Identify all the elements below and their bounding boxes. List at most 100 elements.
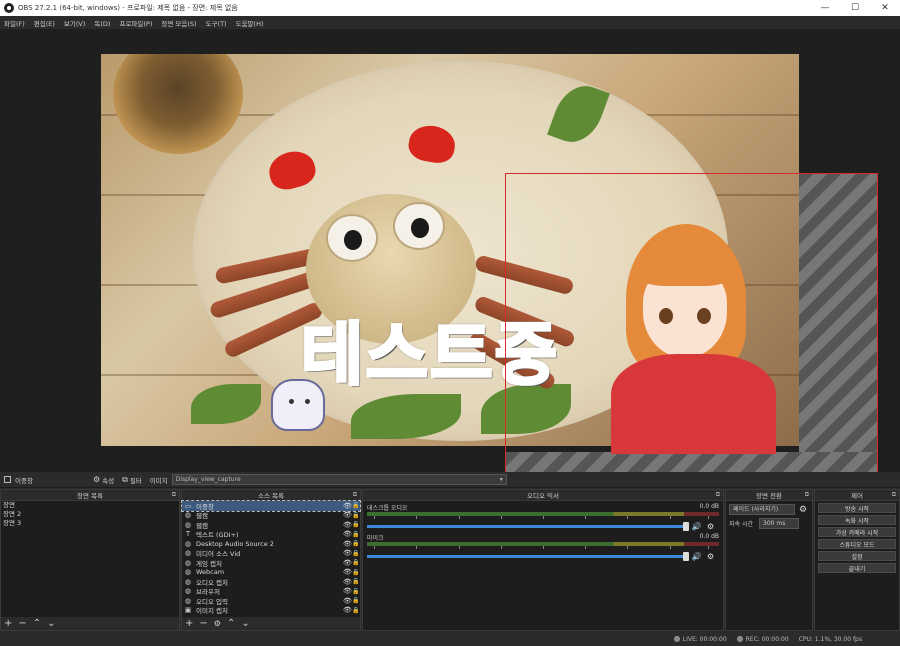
studio-mode-button[interactable]: 스튜디오 모드 xyxy=(818,539,896,549)
scene-item[interactable]: 장면 xyxy=(1,501,179,510)
source-item[interactable]: ◍ Webcam 👁 🔒 xyxy=(182,568,360,578)
eye-icon[interactable]: 👁 xyxy=(343,606,352,614)
lock-icon[interactable]: 🔒 xyxy=(352,502,360,509)
meter-tick xyxy=(458,516,460,519)
lock-icon[interactable]: 🔒 xyxy=(352,578,360,585)
menu-profile[interactable]: 프로파일(P) xyxy=(119,18,152,28)
volume-slider[interactable] xyxy=(367,551,689,561)
undock-icon[interactable]: ⧉ xyxy=(716,491,720,499)
selected-source-bounds[interactable] xyxy=(505,173,878,472)
gear-icon: ⚙ xyxy=(92,475,101,484)
menu-edit[interactable]: 편집(E) xyxy=(34,18,55,28)
lock-icon[interactable]: 🔒 xyxy=(352,607,360,614)
undock-icon[interactable]: ⧉ xyxy=(353,491,357,499)
meter-ticks xyxy=(367,546,719,552)
meter-tick xyxy=(416,546,418,549)
add-source-button[interactable]: + xyxy=(185,618,193,629)
close-button[interactable]: ✕ xyxy=(870,0,900,16)
move-up-icon[interactable]: ⌃ xyxy=(227,618,235,629)
preview-area[interactable]: 테스트중 xyxy=(0,29,900,472)
window-select[interactable]: Display_view_capture ▾ xyxy=(171,474,507,485)
volume-slider[interactable] xyxy=(367,521,689,531)
eye-icon[interactable]: 👁 xyxy=(343,597,352,605)
meter-tick xyxy=(458,546,460,549)
add-scene-button[interactable]: + xyxy=(4,618,12,629)
source-item[interactable]: ◍ 미디어 소스 Vid 👁 🔒 xyxy=(182,549,360,558)
start-recording-button[interactable]: 녹화 시작 xyxy=(818,515,896,525)
undock-icon[interactable]: ⧉ xyxy=(172,491,176,499)
eye-icon[interactable]: 👁 xyxy=(343,530,352,538)
lock-icon[interactable]: 🔒 xyxy=(352,559,360,566)
remove-source-button[interactable]: − xyxy=(199,618,207,629)
undock-icon[interactable]: ⧉ xyxy=(805,491,809,499)
source-item[interactable]: ▭ 이중창 👁 🔒 xyxy=(181,500,361,512)
exit-button[interactable]: 끝내기 xyxy=(818,563,896,573)
eye-icon[interactable]: 👁 xyxy=(343,521,352,529)
track-header: 데스크톱 오디오 0.0 dB xyxy=(367,503,719,512)
properties-button[interactable]: ⚙ 속성 xyxy=(93,475,114,485)
source-item[interactable]: ◍ 웹캠 👁 🔒 xyxy=(182,520,360,530)
remove-scene-button[interactable]: − xyxy=(18,618,26,629)
eye-icon[interactable]: 👁 xyxy=(343,549,352,557)
gear-icon[interactable]: ⚙ xyxy=(799,505,807,515)
lock-icon[interactable]: 🔒 xyxy=(352,540,360,547)
lock-icon[interactable]: 🔒 xyxy=(352,512,360,519)
selected-source-label: 이중창 xyxy=(15,476,33,485)
start-streaming-button[interactable]: 방송 시작 xyxy=(818,503,896,513)
menu-docks[interactable]: 독(D) xyxy=(94,18,110,28)
maximize-button[interactable]: ☐ xyxy=(840,0,870,16)
globe-icon: ◍ xyxy=(184,511,192,520)
source-item[interactable]: ◍ 브라우저 👁 🔒 xyxy=(182,587,360,596)
source-item[interactable]: ◍ Desktop Audio Source 2 👁 🔒 xyxy=(182,539,360,549)
menu-scene-collection[interactable]: 장면 모음(S) xyxy=(161,18,196,28)
eye-icon[interactable]: 👁 xyxy=(343,511,352,519)
filters-button[interactable]: ⧉ 필터 xyxy=(122,475,142,485)
menu-help[interactable]: 도움말(H) xyxy=(236,18,264,28)
source-name: Webcam xyxy=(196,568,225,577)
meter-tick xyxy=(585,516,587,519)
move-up-icon[interactable]: ⌃ xyxy=(33,618,41,629)
source-item[interactable]: ◍ 게임 캡처 👁 🔒 xyxy=(182,558,360,568)
obs-logo-icon xyxy=(4,3,14,13)
source-name: 텍스트 (GDI+) xyxy=(196,531,239,540)
lock-icon[interactable]: 🔒 xyxy=(352,569,360,576)
duration-input[interactable]: 300 ms xyxy=(759,518,799,529)
crab-pupil xyxy=(344,230,362,250)
eye-icon[interactable]: 👁 xyxy=(343,568,352,576)
eye-icon[interactable]: 👁 xyxy=(343,559,352,567)
menu-file[interactable]: 파일(F) xyxy=(4,18,25,28)
volume-slider-handle[interactable] xyxy=(682,551,689,561)
lock-icon[interactable]: 🔒 xyxy=(352,597,360,604)
gear-icon[interactable]: ⚙ xyxy=(707,552,714,561)
window-controls: — ☐ ✕ xyxy=(810,0,900,16)
gear-icon[interactable]: ⚙ xyxy=(707,522,714,531)
eye-icon[interactable]: 👁 xyxy=(343,502,352,510)
settings-button[interactable]: 설정 xyxy=(818,551,896,561)
eye-icon[interactable]: 👁 xyxy=(343,540,352,548)
scene-item[interactable]: 장면 2 xyxy=(1,510,179,519)
eye-icon[interactable]: 👁 xyxy=(343,587,352,595)
lock-icon[interactable]: 🔒 xyxy=(352,588,360,595)
volume-slider-handle[interactable] xyxy=(682,521,689,531)
menu-view[interactable]: 보기(V) xyxy=(64,18,85,28)
source-item[interactable]: ◍ 오디오 캡처 👁 🔒 xyxy=(182,577,360,587)
transition-select[interactable]: 페이드 (사라지기) xyxy=(729,504,795,515)
move-down-icon[interactable]: ⌄ xyxy=(47,618,55,629)
menu-tools[interactable]: 도구(T) xyxy=(206,18,227,28)
move-down-icon[interactable]: ⌄ xyxy=(241,618,249,629)
lock-icon[interactable]: 🔒 xyxy=(352,550,360,557)
source-settings-gear-icon[interactable]: ⚙ xyxy=(214,619,221,629)
scene-item[interactable]: 장면 3 xyxy=(1,519,179,528)
source-item[interactable]: ▣ 이미지 캡처 👁 🔒 xyxy=(182,606,360,615)
source-item[interactable]: T 텍스트 (GDI+) 👁 🔒 xyxy=(182,530,360,540)
lock-icon[interactable]: 🔒 xyxy=(352,531,360,538)
speaker-icon[interactable]: 🔊 xyxy=(692,522,702,531)
eye-icon[interactable]: 👁 xyxy=(343,578,352,586)
lock-icon[interactable]: 🔒 xyxy=(352,521,360,528)
speaker-icon[interactable]: 🔊 xyxy=(692,552,702,561)
start-virtual-camera-button[interactable]: 가상 카메라 시작 xyxy=(818,527,896,537)
undock-icon[interactable]: ⧉ xyxy=(892,491,896,499)
source-item[interactable]: ◍ 웹캠 👁 🔒 xyxy=(182,511,360,520)
source-item[interactable]: ◍ 오디오 입력 👁 🔒 xyxy=(182,596,360,606)
minimize-button[interactable]: — xyxy=(810,0,840,16)
